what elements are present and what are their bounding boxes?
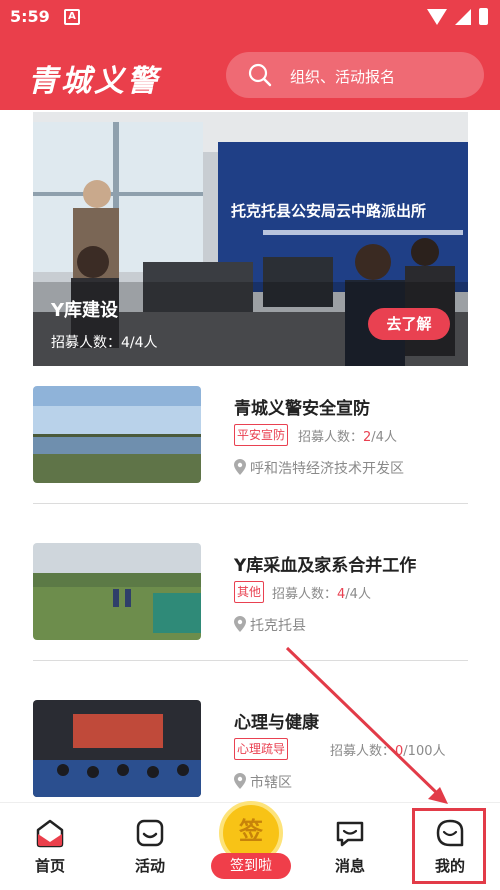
location-pin-icon xyxy=(234,616,246,632)
activity-recruit: 招募人数：0/100人 xyxy=(330,740,446,759)
location-text: 托克托县 xyxy=(250,618,306,634)
activity-item[interactable]: Y库采血及家系合并工作 其他 招募人数：4/4人 托克托县 xyxy=(33,543,468,663)
signin-button[interactable]: 签 签到啦 xyxy=(211,801,291,881)
home-icon xyxy=(36,819,64,848)
featured-banner[interactable]: 托克托县公安局云中路派出所 Y库建设 招募人数：4/4人 去了解 xyxy=(33,112,468,366)
recruit-label: 招募人数： xyxy=(330,744,396,759)
activity-thumbnail xyxy=(33,386,201,483)
nav-home-label: 首页 xyxy=(34,857,65,875)
recruit-total: /4人 xyxy=(371,430,397,445)
banner-recruit-value: 4/4人 xyxy=(121,335,158,351)
wifi-icon xyxy=(427,8,447,25)
banner-recruit-count: 招募人数：4/4人 xyxy=(51,332,158,352)
recruit-label: 招募人数： xyxy=(298,430,364,445)
signin-label: 签到啦 xyxy=(211,853,291,879)
activity-tag: 平安宣防 xyxy=(234,424,289,446)
activity-title: Y库采血及家系合并工作 xyxy=(234,556,417,576)
location-pin-icon xyxy=(234,773,246,789)
activity-title: 心理与健康 xyxy=(234,713,319,733)
activity-thumbnail xyxy=(33,700,201,797)
location-text: 呼和浩特经济技术开发区 xyxy=(250,461,404,477)
search-icon xyxy=(248,63,272,87)
signal-icon xyxy=(455,8,471,25)
list-divider xyxy=(33,660,468,661)
activity-item[interactable]: 青城义警安全宣防 平安宣防 招募人数：2/4人 呼和浩特经济技术开发区 xyxy=(33,386,468,506)
activity-location: 托克托县 xyxy=(234,615,306,635)
battery-icon xyxy=(479,8,488,25)
activity-icon xyxy=(136,819,164,847)
nav-messages-label: 消息 xyxy=(334,857,365,875)
recruit-total: /4人 xyxy=(345,587,371,602)
app-notification-icon: A xyxy=(64,9,80,25)
activity-location: 市辖区 xyxy=(234,772,292,792)
location-text: 市辖区 xyxy=(250,775,292,791)
search-bar[interactable]: 组织、活动报名 xyxy=(226,52,484,98)
nav-activity-label: 活动 xyxy=(134,857,165,875)
app-brand-title: 青城义警 xyxy=(28,64,160,99)
list-divider xyxy=(33,503,468,504)
status-time: 5:59 xyxy=(10,7,50,26)
highlight-box xyxy=(412,808,486,884)
activity-location: 呼和浩特经济技术开发区 xyxy=(234,458,404,478)
banner-sign-text: 托克托县公安局云中路派出所 xyxy=(231,202,426,220)
activity-tag: 心理疏导 xyxy=(234,738,289,760)
activity-recruit: 招募人数：4/4人 xyxy=(272,583,371,602)
search-placeholder: 组织、活动报名 xyxy=(290,68,396,86)
recruit-total: /100人 xyxy=(403,744,446,759)
activity-title: 青城义警安全宣防 xyxy=(234,399,370,419)
message-icon xyxy=(336,821,364,847)
activity-recruit: 招募人数：2/4人 xyxy=(298,426,397,445)
app-header: 5:59 A 青城义警 组织、活动报名 xyxy=(0,0,500,110)
recruit-label: 招募人数： xyxy=(272,587,338,602)
status-bar: 5:59 A xyxy=(0,0,500,34)
banner-title: Y库建设 xyxy=(51,300,119,321)
activity-thumbnail xyxy=(33,543,201,640)
status-icons xyxy=(427,8,488,25)
nav-activity[interactable]: 活动 xyxy=(120,817,180,876)
nav-messages[interactable]: 消息 xyxy=(320,817,380,876)
location-pin-icon xyxy=(234,459,246,475)
banner-recruit-label: 招募人数： xyxy=(51,335,121,351)
learn-more-button[interactable]: 去了解 xyxy=(368,308,450,340)
activity-tag: 其他 xyxy=(234,581,265,603)
nav-home[interactable]: 首页 xyxy=(20,817,80,876)
